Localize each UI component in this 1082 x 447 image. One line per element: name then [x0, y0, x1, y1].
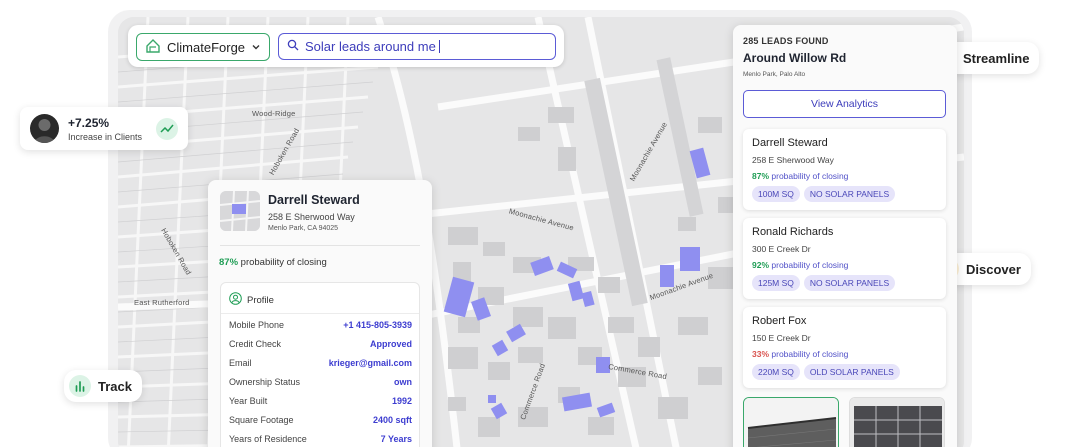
view-analytics-button[interactable]: View Analytics — [743, 90, 946, 118]
brand-selector[interactable]: ClimateForge — [136, 33, 270, 61]
chevron-down-icon — [251, 40, 261, 55]
solar-panel-photo[interactable] — [849, 397, 945, 447]
row-label: Credit Check — [229, 339, 282, 349]
clients-increase-value: +7.25% — [68, 116, 110, 130]
row-label: Years of Residence — [229, 434, 307, 444]
lead-chips: 100M SQ NO SOLAR PANELS — [752, 186, 896, 202]
avatar — [30, 114, 59, 143]
probability-text: probability of closing — [771, 260, 849, 270]
leads-city: Menlo Park, Palo Alto — [743, 71, 806, 78]
row-label: Square Footage — [229, 415, 294, 425]
search-icon — [287, 39, 299, 54]
probability-value: 33% — [752, 349, 770, 359]
profile-header: Profile — [229, 292, 274, 308]
profile-row: Year Built 1992 — [229, 396, 412, 406]
lead-card[interactable]: Ronald Richards 300 E Creek Dr 92% proba… — [743, 218, 946, 299]
profile-row: Square Footage 2400 sqft — [229, 415, 412, 425]
lead-detail-card: Darrell Steward 258 E Sherwood Way Menlo… — [208, 180, 432, 447]
bar-chart-icon — [69, 375, 91, 397]
solar-status-chip: NO SOLAR PANELS — [803, 186, 896, 202]
area-chip: 125M SQ — [752, 275, 800, 291]
house-icon — [145, 38, 161, 57]
lead-address: 300 E Creek Dr — [752, 244, 811, 254]
profile-row: Email krieger@gmail.com — [229, 358, 412, 368]
closing-probability: 87% probability of closing — [752, 171, 848, 181]
closing-probability: 33% probability of closing — [752, 349, 848, 359]
row-label: Mobile Phone — [229, 320, 285, 330]
probability-value: 87% — [752, 171, 770, 181]
text-cursor — [438, 40, 440, 53]
row-value[interactable]: krieger@gmail.com — [329, 358, 412, 368]
search-input[interactable]: Solar leads around me — [278, 33, 556, 60]
row-value: Approved — [369, 339, 412, 349]
area-chip: 220M SQ — [752, 364, 800, 380]
divider — [220, 245, 420, 246]
lead-chips: 220M SQ OLD SOLAR PANELS — [752, 364, 900, 380]
lead-address: 258 E Sherwood Way — [752, 155, 834, 165]
search-bar: ClimateForge Solar leads around me — [128, 25, 564, 67]
lead-name: Darrell Steward — [268, 193, 360, 207]
map-label: Wood-Ridge — [252, 109, 296, 118]
closing-probability: 92% probability of closing — [752, 260, 848, 270]
solar-status-chip: NO SOLAR PANELS — [803, 275, 896, 291]
row-label: Year Built — [229, 396, 268, 406]
leads-count: 285 LEADS FOUND — [743, 36, 829, 46]
probability-value: 92% — [752, 260, 770, 270]
area-chip: 100M SQ — [752, 186, 800, 202]
lead-card[interactable]: Darrell Steward 258 E Sherwood Way 87% p… — [743, 129, 946, 210]
roof-photo[interactable] — [743, 397, 839, 447]
lead-city: Menlo Park, CA 94025 — [268, 225, 339, 232]
closing-probability: 87% probability of closing — [219, 257, 327, 268]
clients-increase-label: Increase in Clients — [68, 132, 143, 142]
profile-title: Profile — [247, 294, 274, 306]
lead-card[interactable]: Robert Fox 150 E Creek Dr 33% probabilit… — [743, 307, 946, 388]
profile-row: Mobile Phone +1 415-805-3939 — [229, 320, 412, 330]
track-tag: Track — [64, 370, 142, 402]
row-label: Email — [229, 358, 252, 368]
streamline-label: Streamline — [963, 50, 1030, 66]
brand-name: ClimateForge — [167, 39, 246, 55]
property-thumbnail — [220, 191, 260, 231]
leads-location: Around Willow Rd — [743, 51, 847, 65]
profile-row: Credit Check Approved — [229, 339, 412, 349]
probability-text: probability of closing — [771, 171, 849, 181]
probability-text: probability of closing — [240, 257, 327, 268]
lead-address: 150 E Creek Dr — [752, 333, 811, 343]
row-value: own — [394, 377, 412, 387]
row-value: 1992 — [391, 396, 412, 406]
map-label: East Rutherford — [134, 298, 190, 307]
row-value: 7 Years — [380, 434, 412, 444]
lead-chips: 125M SQ NO SOLAR PANELS — [752, 275, 896, 291]
search-query: Solar leads around me — [305, 39, 436, 54]
profile-row: Years of Residence 7 Years — [229, 434, 412, 444]
clients-stat-card: +7.25% Increase in Clients — [20, 107, 188, 150]
trend-up-icon — [156, 118, 178, 140]
lead-name: Robert Fox — [752, 315, 807, 327]
discover-label: Discover — [966, 261, 1021, 277]
lead-name: Ronald Richards — [752, 226, 834, 238]
row-value[interactable]: +1 415-805-3939 — [343, 320, 412, 330]
profile-section: Profile Mobile Phone +1 415-805-3939 Cred… — [220, 282, 420, 447]
leads-panel: 285 LEADS FOUND Around Willow Rd Menlo P… — [733, 25, 957, 447]
row-value: 2400 sqft — [372, 415, 412, 425]
profile-row: Ownership Status own — [229, 377, 412, 387]
row-label: Ownership Status — [229, 377, 301, 387]
lead-address: 258 E Sherwood Way — [268, 212, 355, 222]
probability-value: 87% — [219, 257, 239, 268]
divider — [221, 313, 419, 314]
probability-text: probability of closing — [771, 349, 849, 359]
lead-name: Darrell Steward — [752, 137, 828, 149]
solar-status-chip: OLD SOLAR PANELS — [803, 364, 900, 380]
track-label: Track — [98, 378, 132, 394]
user-icon — [229, 292, 242, 308]
